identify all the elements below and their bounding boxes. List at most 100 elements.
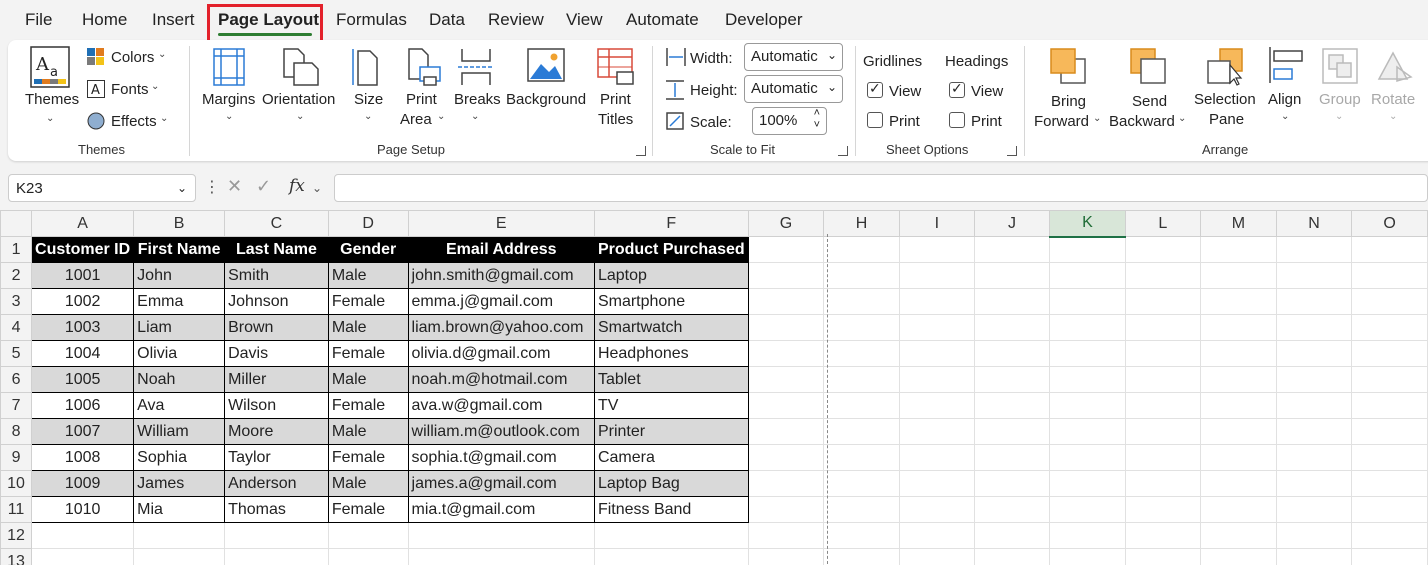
- empty-cell[interactable]: [823, 340, 900, 367]
- data-cell[interactable]: 1007: [31, 418, 135, 445]
- data-cell[interactable]: 1003: [31, 314, 135, 341]
- column-header-n[interactable]: N: [1275, 210, 1353, 237]
- column-header-a[interactable]: A: [31, 210, 135, 237]
- empty-cell[interactable]: [1200, 470, 1277, 497]
- empty-cell[interactable]: [747, 444, 825, 471]
- column-header-c[interactable]: C: [224, 210, 329, 237]
- empty-cell[interactable]: [973, 444, 1051, 471]
- worksheet-grid[interactable]: ABCDEFGHIJKLMNO 1 Customer ID First Name La…: [0, 210, 1428, 565]
- empty-cell[interactable]: [973, 496, 1051, 523]
- data-cell[interactable]: Tablet: [593, 366, 749, 393]
- scale-to-fit-dialog-launcher-icon[interactable]: [838, 146, 848, 156]
- empty-cell[interactable]: [1124, 288, 1202, 315]
- gridlines-view-checkbox[interactable]: [867, 80, 883, 98]
- empty-cell[interactable]: [327, 522, 409, 549]
- data-cell[interactable]: Liam: [133, 314, 226, 341]
- empty-cell[interactable]: [1275, 444, 1353, 471]
- empty-cell[interactable]: [1200, 392, 1277, 419]
- data-cell[interactable]: liam.brown@yahoo.com: [407, 314, 595, 341]
- column-title-cell[interactable]: First Name: [133, 236, 226, 263]
- empty-cell[interactable]: [747, 314, 825, 341]
- empty-cell[interactable]: [1275, 340, 1353, 367]
- empty-cell[interactable]: [1351, 444, 1428, 471]
- empty-cell[interactable]: [327, 548, 409, 565]
- empty-cell[interactable]: [747, 392, 825, 419]
- empty-cell[interactable]: [1200, 314, 1277, 341]
- data-cell[interactable]: Johnson: [224, 288, 329, 315]
- data-cell[interactable]: 1008: [31, 444, 135, 471]
- tab-file[interactable]: File: [25, 10, 52, 30]
- empty-cell[interactable]: [1124, 314, 1202, 341]
- data-cell[interactable]: Emma: [133, 288, 226, 315]
- name-box[interactable]: K23 ⌄: [8, 174, 196, 202]
- data-cell[interactable]: Male: [327, 418, 409, 445]
- column-header-e[interactable]: E: [407, 210, 595, 237]
- empty-cell[interactable]: [1049, 262, 1126, 289]
- data-cell[interactable]: Male: [327, 470, 409, 497]
- spinner-down-icon[interactable]: ˅: [814, 119, 820, 131]
- empty-cell[interactable]: [1124, 366, 1202, 393]
- empty-cell[interactable]: [747, 522, 825, 549]
- empty-cell[interactable]: [1351, 288, 1428, 315]
- empty-cell[interactable]: [973, 392, 1051, 419]
- page-setup-dialog-launcher-icon[interactable]: [636, 146, 646, 156]
- empty-cell[interactable]: [823, 262, 900, 289]
- empty-cell[interactable]: [1351, 496, 1428, 523]
- empty-cell[interactable]: [973, 548, 1051, 565]
- empty-cell[interactable]: [823, 444, 900, 471]
- empty-cell[interactable]: [1200, 340, 1277, 367]
- enter-icon[interactable]: ✓: [256, 176, 271, 197]
- data-cell[interactable]: ava.w@gmail.com: [407, 392, 595, 419]
- data-cell[interactable]: Mia: [133, 496, 226, 523]
- empty-cell[interactable]: [1200, 496, 1277, 523]
- empty-cell[interactable]: [823, 418, 900, 445]
- column-header-i[interactable]: I: [898, 210, 975, 237]
- data-cell[interactable]: Ava: [133, 392, 226, 419]
- tab-view[interactable]: View: [566, 10, 603, 30]
- tab-formulas[interactable]: Formulas: [336, 10, 407, 30]
- column-title-cell[interactable]: Email Address: [407, 236, 595, 263]
- data-cell[interactable]: Female: [327, 288, 409, 315]
- tab-automate[interactable]: Automate: [626, 10, 699, 30]
- gridlines-print-checkbox[interactable]: [867, 112, 883, 128]
- data-cell[interactable]: Moore: [224, 418, 329, 445]
- empty-cell[interactable]: [1200, 548, 1277, 565]
- empty-cell[interactable]: [823, 548, 900, 565]
- row-header[interactable]: 12: [0, 522, 33, 549]
- empty-cell[interactable]: [1049, 548, 1126, 565]
- tab-insert[interactable]: Insert: [152, 10, 195, 30]
- empty-cell[interactable]: [898, 444, 975, 471]
- data-cell[interactable]: Smartphone: [593, 288, 749, 315]
- column-header-j[interactable]: J: [973, 210, 1051, 237]
- row-header[interactable]: 10: [0, 470, 33, 497]
- data-cell[interactable]: Brown: [224, 314, 329, 341]
- empty-cell[interactable]: [1351, 236, 1428, 263]
- formula-input[interactable]: [334, 174, 1428, 202]
- row-header[interactable]: 7: [0, 392, 33, 419]
- data-cell[interactable]: Noah: [133, 366, 226, 393]
- empty-cell[interactable]: [1351, 366, 1428, 393]
- column-header-k[interactable]: K: [1049, 210, 1126, 238]
- empty-cell[interactable]: [1200, 522, 1277, 549]
- data-cell[interactable]: mia.t@gmail.com: [407, 496, 595, 523]
- row-header[interactable]: 8: [0, 418, 33, 445]
- empty-cell[interactable]: [898, 392, 975, 419]
- empty-cell[interactable]: [1124, 522, 1202, 549]
- insert-function-icon[interactable]: fx: [289, 176, 305, 196]
- select-all-corner[interactable]: [0, 210, 33, 237]
- empty-cell[interactable]: [823, 522, 900, 549]
- empty-cell[interactable]: [973, 366, 1051, 393]
- height-dropdown[interactable]: Automatic ⌄: [744, 75, 843, 103]
- empty-cell[interactable]: [898, 288, 975, 315]
- data-cell[interactable]: James: [133, 470, 226, 497]
- headings-print-checkbox[interactable]: [949, 112, 965, 128]
- data-cell[interactable]: Smith: [224, 262, 329, 289]
- data-cell[interactable]: Male: [327, 262, 409, 289]
- empty-cell[interactable]: [1351, 470, 1428, 497]
- data-cell[interactable]: sophia.t@gmail.com: [407, 444, 595, 471]
- empty-cell[interactable]: [747, 496, 825, 523]
- empty-cell[interactable]: [747, 288, 825, 315]
- empty-cell[interactable]: [133, 548, 226, 565]
- data-cell[interactable]: olivia.d@gmail.com: [407, 340, 595, 367]
- empty-cell[interactable]: [973, 314, 1051, 341]
